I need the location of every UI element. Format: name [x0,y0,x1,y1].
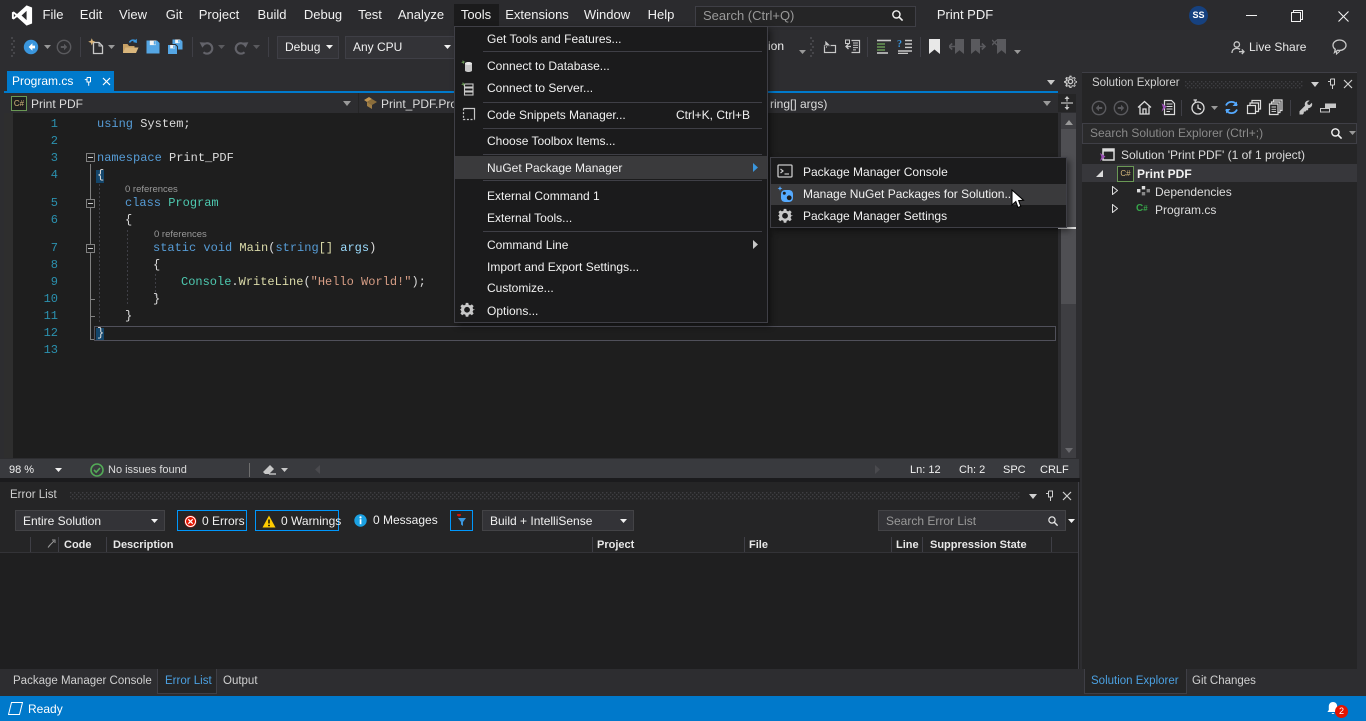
svg-text:?: ? [897,39,902,50]
